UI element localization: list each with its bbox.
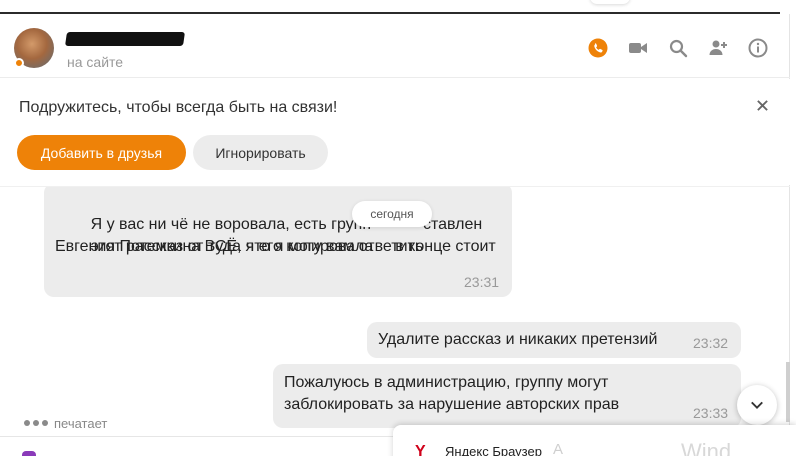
browser-top-strip	[0, 0, 796, 14]
message-text: Удалите рассказ и никаких претензий	[378, 331, 658, 348]
top-pill	[590, 0, 630, 4]
message-outgoing[interactable]: Удалите рассказ и никаких претензий 23:3…	[367, 322, 741, 358]
info-icon[interactable]	[746, 36, 770, 60]
notification-faded-text: А	[553, 441, 564, 456]
message-line: заблокировать за нарушение авторских пра…	[284, 396, 620, 413]
message-outgoing[interactable]: Пожалуюсь в администрацию, группу могут …	[273, 364, 741, 428]
yandex-icon: Y	[415, 443, 426, 456]
typing-label: печатает	[54, 415, 108, 431]
scroll-down-button[interactable]	[737, 385, 777, 425]
message-time: 23:31	[464, 274, 500, 290]
add-friend-button[interactable]: Добавить в друзья	[17, 135, 186, 170]
chat-window: ███████ на сайте Подружитесь, чтобы всег…	[0, 14, 790, 456]
message-input-area[interactable]	[0, 436, 400, 456]
ignore-button[interactable]: Игнорировать	[193, 135, 328, 170]
contact-name[interactable]: ███████	[65, 32, 185, 46]
sticker-icon[interactable]	[22, 451, 36, 456]
phone-icon[interactable]	[586, 36, 610, 60]
online-indicator	[14, 58, 24, 68]
typing-dot	[42, 420, 48, 426]
browser-notification[interactable]: Y Яндекс Браузер А Wind	[393, 425, 796, 456]
message-line: Пожалуюсь в администрацию, группу могут	[284, 374, 609, 391]
contact-status: на сайте	[67, 54, 124, 70]
chevron-down-icon	[751, 401, 763, 409]
typing-dot	[33, 420, 39, 426]
typing-indicator: печатает	[24, 415, 107, 431]
notification-title: Яндекс Браузер	[445, 444, 542, 456]
banner-text: Подружитесь, чтобы всегда быть на связи!	[19, 99, 338, 116]
close-icon[interactable]	[752, 95, 772, 115]
video-icon[interactable]	[626, 36, 650, 60]
add-user-icon[interactable]	[706, 36, 730, 60]
typing-dot	[24, 420, 30, 426]
message-list: Я у вас ни чё не воровала, есть групп ста…	[0, 186, 790, 440]
message-time: 23:32	[693, 335, 729, 351]
message-line: Евгения Потемкина ВСЁ, что я могу вам от…	[55, 238, 424, 255]
scrollbar[interactable]	[786, 362, 790, 422]
search-icon[interactable]	[666, 36, 690, 60]
message-incoming[interactable]: Я у вас ни чё не воровала, есть групп ста…	[44, 187, 512, 297]
watermark-text: Wind	[681, 439, 732, 456]
chat-header: ███████ на сайте	[0, 14, 790, 78]
date-badge: сегодня	[352, 201, 432, 227]
message-time: 23:33	[693, 405, 729, 421]
friend-request-banner: Подружитесь, чтобы всегда быть на связи!…	[0, 79, 790, 185]
